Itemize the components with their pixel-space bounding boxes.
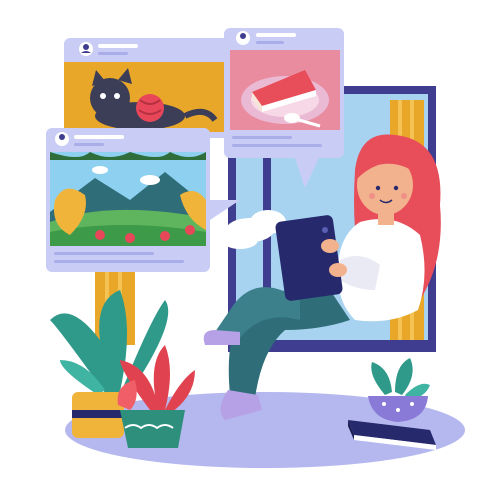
tablet-device bbox=[275, 215, 343, 301]
social-media-illustration bbox=[46, 28, 465, 468]
landscape-image bbox=[50, 152, 206, 246]
post-card-landscape bbox=[46, 128, 240, 272]
potted-plant-small bbox=[368, 358, 430, 422]
post-card-cat bbox=[64, 38, 234, 138]
yarn-ball bbox=[136, 94, 164, 122]
sock bbox=[203, 330, 240, 345]
